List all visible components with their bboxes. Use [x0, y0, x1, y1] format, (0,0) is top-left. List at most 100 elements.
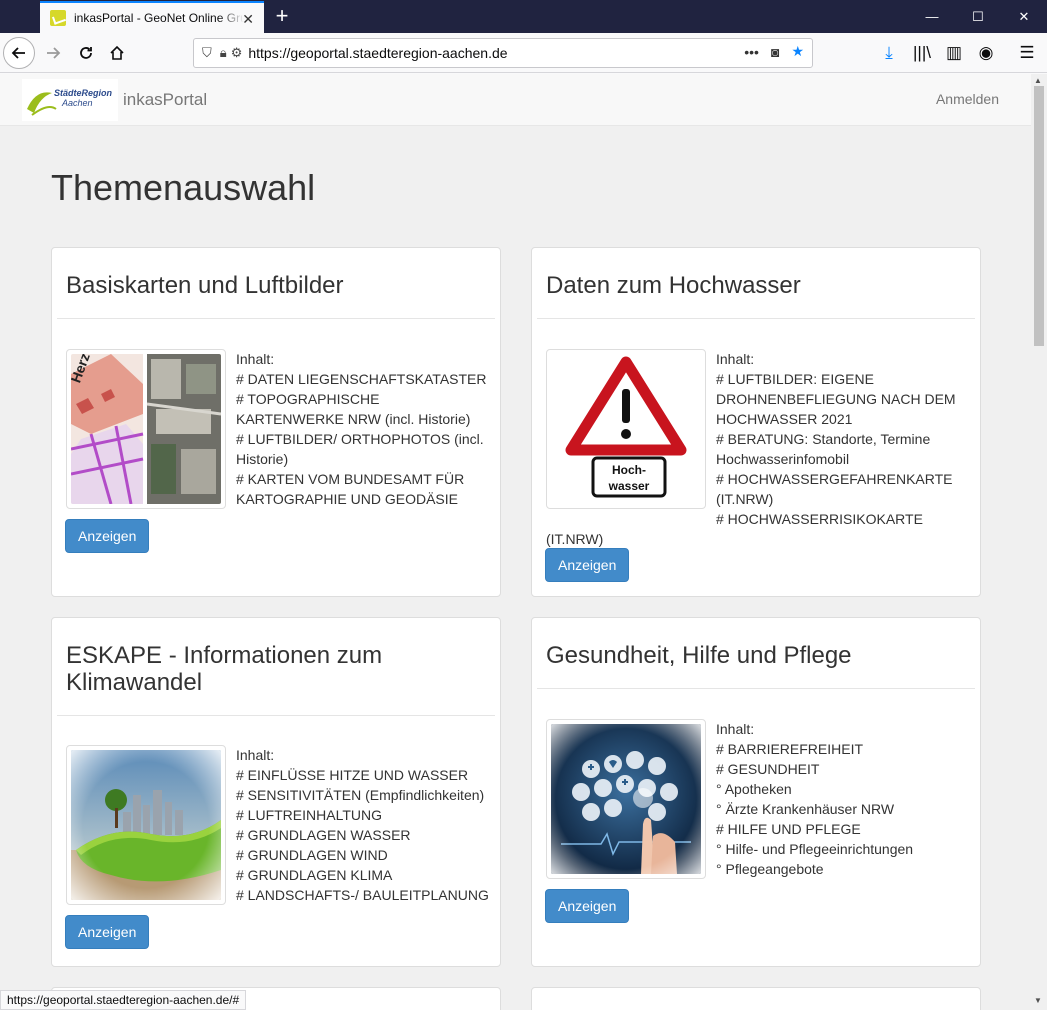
scroll-up-icon[interactable]: ▲ — [1034, 76, 1042, 85]
card-thumbnail: Hoch- wasser — [546, 349, 706, 509]
content-line: # LANDSCHAFTS-/ BAULEITPLANUNG — [236, 887, 489, 903]
content-line: # HOCHWASSERGEFAHRENKARTE (IT.NRW) — [716, 471, 953, 507]
warning-sign-image: Hoch- wasser — [551, 354, 701, 504]
new-tab-button[interactable]: + — [272, 4, 292, 28]
logo-text-1: StädteRegion — [54, 88, 113, 98]
home-icon — [110, 45, 124, 60]
content-line: ° Hilfe- und Pflegeeinrichtungen — [716, 841, 914, 857]
card-title: Gesundheit, Hilfe und Pflege — [546, 642, 852, 669]
close-window-button[interactable]: ✕ — [1001, 0, 1047, 33]
minimize-button[interactable]: — — [909, 0, 955, 33]
card-divider — [57, 715, 495, 716]
page-title: Themenauswahl — [51, 167, 316, 208]
reload-icon — [80, 47, 92, 59]
content-line: # GRUNDLAGEN KLIMA — [236, 867, 393, 883]
health-thumbnail-image — [551, 724, 701, 874]
menu-icon[interactable]: ☰ — [1011, 37, 1043, 69]
sign-text-2: wasser — [608, 479, 650, 493]
scroll-thumb[interactable] — [1034, 86, 1044, 346]
lock-icon[interactable]: 🔒︎ — [220, 45, 227, 61]
site-favicon-icon — [50, 10, 66, 26]
show-gesundheit-button[interactable]: Anzeigen — [545, 889, 630, 923]
content-line: # HILFE UND PFLEGE — [716, 821, 861, 837]
logo-text-2: Aachen — [61, 98, 93, 108]
content-line: ° Pflegeangebote — [716, 861, 824, 877]
card-content: Inhalt: # LUFTBILDER: EIGENE DROHNENBEFL… — [716, 349, 970, 529]
card-content: Inhalt: # DATEN LIEGENSCHAFTSKATASTER # … — [236, 349, 490, 509]
exclamation-icon — [622, 389, 630, 423]
content-line: # GRUNDLAGEN WIND — [236, 847, 388, 863]
account-icon[interactable]: ◉ — [970, 37, 1002, 69]
content-line: # SENSITIVITÄTEN (Empfindlichkeiten) — [236, 787, 485, 803]
map-thumbnail-image: Herz — [71, 354, 221, 504]
home-button[interactable] — [101, 37, 133, 69]
content-line: # BARRIEREFREIHEIT — [716, 741, 864, 757]
arrow-right-icon — [47, 47, 61, 59]
staedteregion-logo[interactable]: StädteRegion Aachen — [22, 79, 118, 121]
card-divider — [537, 318, 975, 319]
content-line: Inhalt: — [716, 721, 755, 737]
card-hochwasser: Daten zum Hochwasser Hoch- wasser Inhalt… — [531, 247, 981, 597]
content-line: # BERATUNG: Standorte, Termine Hochwasse… — [716, 431, 931, 467]
card-thumbnail: Herz — [66, 349, 226, 509]
page-viewport: StädteRegion Aachen inkasPortal Anmelden… — [0, 74, 1031, 1010]
content-line: Inhalt: — [236, 747, 275, 763]
reload-button[interactable] — [70, 37, 102, 69]
content-line: # HOCHWASSERRISIKOKARTE — [716, 511, 923, 527]
content-line: # TOPOGRAPHISCHE KARTENWERKE NRW (incl. … — [236, 391, 471, 427]
card-divider — [57, 318, 495, 319]
content-line: # KARTEN VOM BUNDESAMT FÜR KARTOGRAPHIE … — [236, 471, 465, 507]
pocket-icon[interactable]: ◙ — [771, 44, 779, 60]
library-icon[interactable]: |||\ — [906, 37, 938, 69]
content-line: # LUFTBILDER/ ORTHOPHOTOS (incl. Histori… — [236, 431, 484, 467]
content-line: Inhalt: — [716, 351, 755, 367]
scroll-down-icon[interactable]: ▼ — [1034, 996, 1042, 1005]
shield-icon[interactable]: ⛉ — [202, 45, 212, 61]
permissions-icon[interactable]: ⚙︎ — [231, 45, 243, 61]
maximize-button[interactable]: ☐ — [955, 0, 1001, 33]
show-hochwasser-button[interactable]: Anzeigen — [545, 548, 630, 582]
card-title: Basiskarten und Luftbilder — [66, 272, 344, 299]
sidebar-icon[interactable]: ▥ — [938, 37, 970, 69]
sign-text-1: Hoch- — [612, 463, 646, 477]
card-basiskarten: Basiskarten und Luftbilder Herz Inhalt: … — [51, 247, 501, 597]
content-line: ° Ärzte Krankenhäuser NRW — [716, 801, 895, 817]
show-basiskarten-button[interactable]: Anzeigen — [65, 519, 150, 553]
content-line: # LUFTREINHALTUNG — [236, 807, 382, 823]
page-actions-icon[interactable]: ••• — [744, 44, 759, 60]
brand-name[interactable]: inkasPortal — [123, 90, 207, 110]
content-line: # GESUNDHEIT — [716, 761, 820, 777]
card-content: Inhalt: # BARRIEREFREIHEIT # GESUNDHEIT … — [716, 719, 970, 879]
site-header: StädteRegion Aachen inkasPortal Anmelden — [0, 74, 1031, 126]
downloads-icon[interactable]: ⤓ — [873, 37, 905, 69]
close-tab-icon[interactable]: ✕ — [242, 11, 254, 28]
content-line: Inhalt: — [236, 351, 275, 367]
arrow-left-icon — [11, 47, 25, 59]
card-thumbnail — [546, 719, 706, 879]
login-link[interactable]: Anmelden — [936, 91, 999, 107]
show-eskape-button[interactable]: Anzeigen — [65, 915, 150, 949]
address-bar[interactable]: ⛉ 🔒︎ ⚙︎ https://geoportal.staedteregion-… — [193, 38, 813, 68]
card-content: Inhalt: # EINFLÜSSE HITZE UND WASSER # S… — [236, 745, 490, 905]
content-line: # GRUNDLAGEN WASSER — [236, 827, 411, 843]
tab-title: inkasPortal - GeoNet Online Grund — [74, 11, 244, 25]
browser-tab-active[interactable]: inkasPortal - GeoNet Online Grund ✕ — [40, 1, 264, 33]
browser-toolbar: ⛉ 🔒︎ ⚙︎ https://geoportal.staedteregion-… — [0, 33, 1047, 73]
content-line: # EINFLÜSSE HITZE UND WASSER — [236, 767, 469, 783]
card-eskape: ESKAPE - Informationen zum Klimawandel I… — [51, 617, 501, 967]
card-thumbnail — [66, 745, 226, 905]
status-url-tooltip: https://geoportal.staedteregion-aachen.d… — [0, 990, 247, 1010]
card-partial-right — [531, 987, 981, 1010]
climate-thumbnail-image — [71, 750, 221, 900]
card-title: Daten zum Hochwasser — [546, 272, 801, 299]
url-text[interactable]: https://geoportal.staedteregion-aachen.d… — [248, 45, 507, 61]
browser-titlebar: inkasPortal - GeoNet Online Grund ✕ + — … — [0, 0, 1047, 33]
content-line: ° Apotheken — [716, 781, 792, 797]
bookmark-star-icon[interactable]: ★ — [791, 43, 804, 60]
card-gesundheit: Gesundheit, Hilfe und Pflege Inhalt: # B… — [531, 617, 981, 967]
card-divider — [537, 688, 975, 689]
forward-button[interactable] — [37, 37, 69, 69]
page-scrollbar[interactable]: ▲ ▼ — [1031, 74, 1047, 1010]
card-title: ESKAPE - Informationen zum Klimawandel — [66, 642, 383, 696]
back-button[interactable] — [3, 37, 35, 69]
